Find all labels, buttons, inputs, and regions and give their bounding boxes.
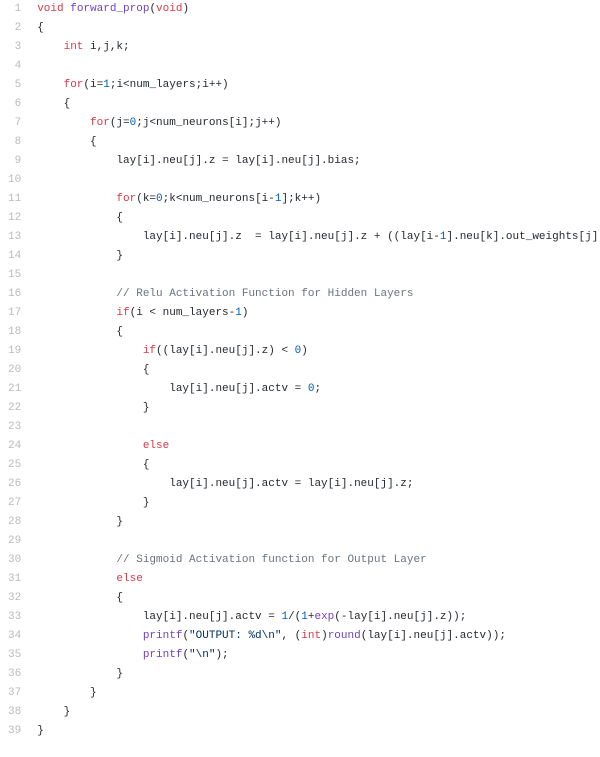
code-line: { [37, 209, 600, 228]
line-number: 19 [8, 342, 21, 361]
line-number: 5 [8, 76, 21, 95]
line-number: 26 [8, 475, 21, 494]
line-number: 11 [8, 190, 21, 209]
line-number: 3 [8, 38, 21, 57]
line-number: 24 [8, 437, 21, 456]
line-number: 31 [8, 570, 21, 589]
code-line: void forward_prop(void) [37, 0, 600, 19]
line-number: 10 [8, 171, 21, 190]
code-line: for(i=1;i<num_layers;i++) [37, 76, 600, 95]
code-line [37, 57, 600, 76]
code-line: { [37, 133, 600, 152]
code-line: lay[i].neu[j].actv = 1/(1+exp(-lay[i].ne… [37, 608, 600, 627]
code-line: } [37, 247, 600, 266]
code-block: 1234567891011121314151617181920212223242… [0, 0, 600, 741]
line-number: 12 [8, 209, 21, 228]
code-line: for(j=0;j<num_neurons[i];j++) [37, 114, 600, 133]
code-line: { [37, 19, 600, 38]
line-number: 1 [8, 0, 21, 19]
line-number: 32 [8, 589, 21, 608]
line-number: 20 [8, 361, 21, 380]
code-line: lay[i].neu[j].actv = 0; [37, 380, 600, 399]
code-line: else [37, 437, 600, 456]
line-number: 36 [8, 665, 21, 684]
code-line: // Relu Activation Function for Hidden L… [37, 285, 600, 304]
code-line: printf("OUTPUT: %d\n", (int)round(lay[i]… [37, 627, 600, 646]
code-line: { [37, 361, 600, 380]
line-number: 8 [8, 133, 21, 152]
line-number: 13 [8, 228, 21, 247]
line-number-gutter: 1234567891011121314151617181920212223242… [0, 0, 29, 741]
line-number: 29 [8, 532, 21, 551]
line-number: 17 [8, 304, 21, 323]
line-number: 21 [8, 380, 21, 399]
line-number: 35 [8, 646, 21, 665]
code-line: } [37, 703, 600, 722]
code-line: int i,j,k; [37, 38, 600, 57]
line-number: 37 [8, 684, 21, 703]
line-number: 39 [8, 722, 21, 741]
code-line: lay[i].neu[j].z = lay[i].neu[j].z + ((la… [37, 228, 600, 247]
line-number: 30 [8, 551, 21, 570]
code-line: lay[i].neu[j].z = lay[i].neu[j].bias; [37, 152, 600, 171]
code-line [37, 171, 600, 190]
code-line: else [37, 570, 600, 589]
line-number: 33 [8, 608, 21, 627]
code-body[interactable]: void forward_prop(void){ int i,j,k; for(… [29, 0, 600, 741]
code-line: } [37, 665, 600, 684]
line-number: 28 [8, 513, 21, 532]
line-number: 15 [8, 266, 21, 285]
code-line: } [37, 722, 600, 741]
line-number: 16 [8, 285, 21, 304]
line-number: 38 [8, 703, 21, 722]
line-number: 9 [8, 152, 21, 171]
code-line: } [37, 494, 600, 513]
code-line [37, 532, 600, 551]
code-line: printf("\n"); [37, 646, 600, 665]
code-line: { [37, 456, 600, 475]
line-number: 7 [8, 114, 21, 133]
code-line: lay[i].neu[j].actv = lay[i].neu[j].z; [37, 475, 600, 494]
line-number: 23 [8, 418, 21, 437]
code-line: } [37, 684, 600, 703]
code-line: { [37, 95, 600, 114]
line-number: 34 [8, 627, 21, 646]
line-number: 25 [8, 456, 21, 475]
code-line: { [37, 323, 600, 342]
line-number: 14 [8, 247, 21, 266]
code-line: } [37, 513, 600, 532]
code-line [37, 266, 600, 285]
code-line: if((lay[i].neu[j].z) < 0) [37, 342, 600, 361]
code-line: if(i < num_layers-1) [37, 304, 600, 323]
code-line: } [37, 399, 600, 418]
line-number: 4 [8, 57, 21, 76]
code-line: // Sigmoid Activation function for Outpu… [37, 551, 600, 570]
code-line: for(k=0;k<num_neurons[i-1];k++) [37, 190, 600, 209]
line-number: 22 [8, 399, 21, 418]
line-number: 6 [8, 95, 21, 114]
code-line [37, 418, 600, 437]
line-number: 27 [8, 494, 21, 513]
line-number: 2 [8, 19, 21, 38]
line-number: 18 [8, 323, 21, 342]
code-line: { [37, 589, 600, 608]
